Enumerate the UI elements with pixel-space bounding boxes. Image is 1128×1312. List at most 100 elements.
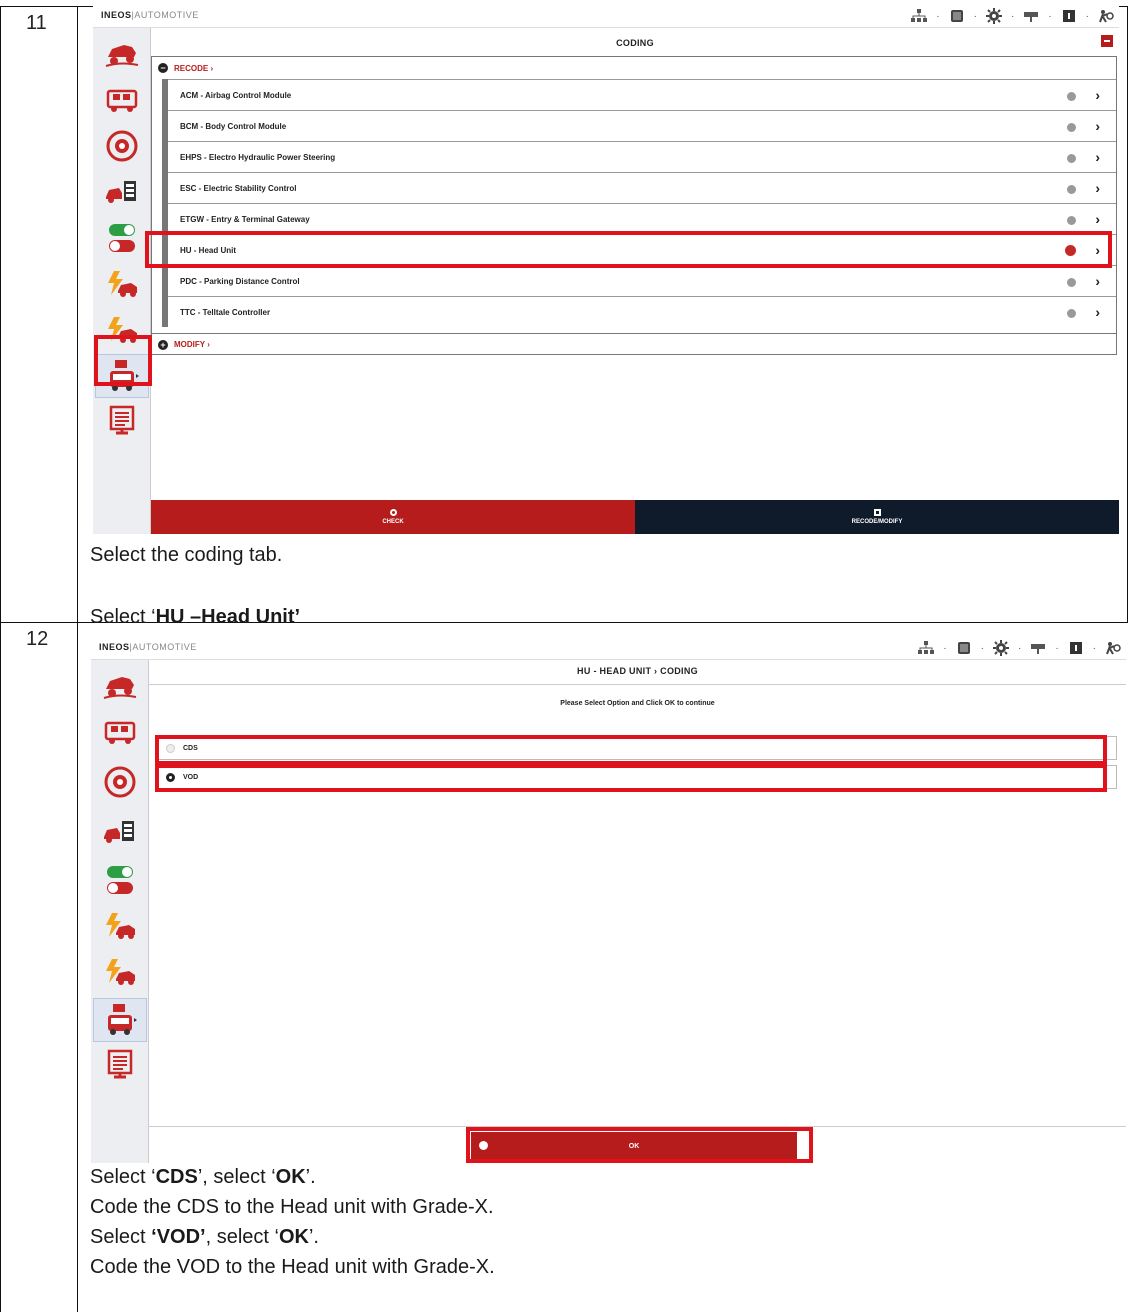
hu-coding-screen: INEOS|AUTOMOTIVE · · · · · HU - HEAD UNI… [91,638,1126,1163]
battery-icon[interactable] [948,8,966,24]
settings-icon[interactable] [985,8,1003,24]
page-title: HU - HEAD UNIT › CODING [577,666,698,676]
coding-vehicle-icon [108,1004,137,1035]
module-row[interactable]: EHPS - Electro Hydraulic Power Steering › [168,141,1116,172]
highlight-cds [155,735,1107,765]
vehicle-data-icon [106,181,136,203]
vehicle-data-icon [104,821,134,843]
dtc-gauge-icon [104,766,136,798]
brand-logo: INEOS|AUTOMOTIVE [99,642,197,652]
status-icon [1067,154,1076,163]
section-recode[interactable]: − RECODE › [152,57,1116,79]
highlight-head-unit [145,231,1112,268]
module-row[interactable]: ESC - Electric Stability Control › [168,172,1116,203]
sidebar-item-coding[interactable] [93,998,147,1042]
chevron-right-icon: › [1095,180,1100,196]
report-icon [107,1049,133,1079]
status-icon [1067,92,1076,101]
step-number: 11 [26,12,47,34]
vehicle-offroad-icon [103,677,137,699]
vehicle-offroad-icon [105,45,139,67]
network-icon[interactable] [917,640,935,656]
status-icon [1067,123,1076,132]
chevron-right-icon: › [1095,273,1100,289]
vehicle-power-icon [106,913,135,939]
status-icon [1067,309,1076,318]
module-row[interactable]: ETGW - Entry & Terminal Gateway › [168,203,1116,234]
instruction-line: Code the VOD to the Head unit with Grade… [90,1256,495,1278]
table-border-left [0,6,1,1312]
table-col-divider [77,6,78,1312]
settings-icon[interactable] [992,640,1010,656]
sidebar-item-report[interactable] [95,400,149,444]
vehicle-power-2-icon [106,959,135,985]
title-divider [149,684,1126,685]
sidebar-item-report[interactable] [93,1044,147,1088]
connection-icon[interactable] [1029,640,1047,656]
dtc-gauge-icon [106,130,138,162]
app-top-bar: INEOS|AUTOMOTIVE · · · · · [91,638,1126,660]
sidebar-item-diagnostics[interactable] [93,710,147,754]
status-icon [1067,278,1076,287]
module-row[interactable]: TTC - Telltale Controller › [168,296,1116,327]
collapse-icon[interactable]: − [158,63,168,73]
recode-icon [873,509,881,516]
toggle-switches-icon [109,224,135,252]
battery-icon[interactable] [955,640,973,656]
vehicle-diagnostics-icon [104,721,136,744]
network-icon[interactable] [910,8,928,24]
sidebar-nav [93,28,151,534]
user-icon[interactable] [1097,8,1115,24]
check-icon [389,509,397,516]
expand-icon[interactable]: + [158,339,168,350]
instruction-line: Select ‘VOD’, select ‘OK’. [90,1226,319,1248]
chevron-right-icon: › [1095,304,1100,320]
sidebar-item-vehicle-data[interactable] [93,810,147,854]
coding-screen: INEOS|AUTOMOTIVE · · · · · CODING − RECOD… [93,6,1119,534]
sidebar-nav [91,660,149,1163]
top-toolbar: · · · · · [910,8,1115,24]
sidebar-item-toggles[interactable] [93,858,147,902]
chevron-right-icon: › [1095,149,1100,165]
sidebar-item-dtc[interactable] [95,124,149,168]
page-title: CODING [616,38,654,48]
connection-icon[interactable] [1022,8,1040,24]
sidebar-item-power[interactable] [93,904,147,948]
instruction-line: Code the CDS to the Head unit with Grade… [90,1196,494,1218]
recode-modify-button[interactable]: RECODE/MODIFY [635,500,1119,534]
module-row[interactable]: BCM - Body Control Module › [168,110,1116,141]
module-row[interactable]: PDC - Parking Distance Control › [168,265,1116,296]
highlight-coding-tab [94,335,152,386]
sidebar-item-power-2[interactable] [93,950,147,994]
top-toolbar: · · · · · [917,640,1122,656]
app-top-bar: INEOS|AUTOMOTIVE · · · · · [93,6,1119,28]
instruction-line: Select the coding tab. [90,544,283,566]
check-button[interactable]: CHECK [151,500,635,534]
section-modify[interactable]: + MODIFY › [152,333,1116,355]
step-number: 12 [26,628,49,650]
chevron-right-icon: › [1095,118,1100,134]
chevron-right-icon: › [1095,87,1100,103]
instruction-text: Please Select Option and Click OK to con… [560,700,715,707]
sidebar-item-dtc[interactable] [93,760,147,804]
bottom-action-bar: CHECK RECODE/MODIFY [151,500,1119,534]
sidebar-item-toggles[interactable] [95,216,149,260]
info-icon[interactable] [1067,640,1085,656]
highlight-ok [466,1127,813,1163]
coding-panel: − RECODE › ACM - Airbag Control Module › B… [151,56,1117,355]
sidebar-item-vehicle-data[interactable] [95,170,149,214]
vehicle-power-icon [108,271,137,297]
sidebar-item-diagnostics[interactable] [95,78,149,122]
highlight-vod [155,764,1107,792]
sidebar-item-vehicle[interactable] [95,32,149,76]
status-icon [1067,185,1076,194]
sidebar-item-power[interactable] [95,262,149,306]
close-button[interactable] [1101,35,1113,47]
info-icon[interactable] [1060,8,1078,24]
brand-logo: INEOS|AUTOMOTIVE [101,10,199,20]
module-list: ACM - Airbag Control Module › BCM - Body … [162,79,1116,327]
module-row[interactable]: ACM - Airbag Control Module › [168,79,1116,110]
user-icon[interactable] [1104,640,1122,656]
sidebar-item-vehicle[interactable] [93,664,147,708]
instruction-line: Select ‘HU –Head Unit’ [90,606,301,628]
